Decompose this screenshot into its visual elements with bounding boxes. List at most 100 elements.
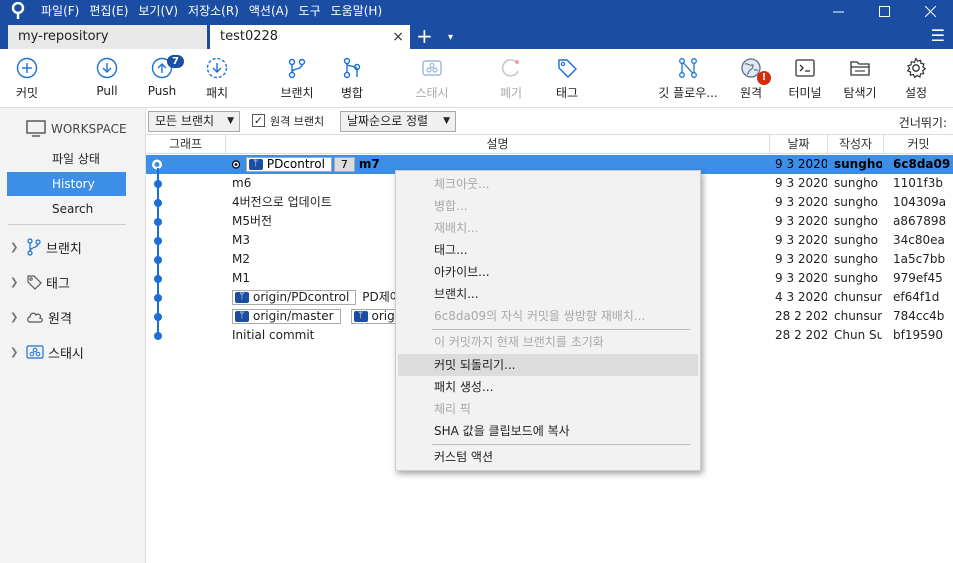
- column-header-commit[interactable]: 커밋: [884, 135, 953, 154]
- plus-circle-icon: [16, 57, 38, 79]
- hamburger-menu-icon[interactable]: ☰: [931, 26, 945, 46]
- menu-item-interactive-rebase[interactable]: 6c8da09의 자식 커밋을 쌍방향 재배치...: [398, 305, 698, 327]
- tab-close-icon[interactable]: ×: [392, 25, 404, 49]
- sidebar-item-search[interactable]: Search: [7, 197, 126, 221]
- menu-item-reset[interactable]: 이 커밋까지 현재 브랜치를 초기화: [398, 331, 698, 353]
- commit-graph-line: [157, 168, 159, 337]
- column-header-graph[interactable]: 그래프: [146, 135, 226, 154]
- stash-button[interactable]: 스태시: [402, 55, 462, 105]
- tab-label: test0228: [220, 29, 279, 44]
- commit-author: sungho c: [834, 214, 882, 228]
- menu-item-tag[interactable]: 태그...: [398, 239, 698, 261]
- maximize-icon[interactable]: [861, 0, 907, 22]
- commit-author: sungho: [834, 157, 882, 171]
- discard-button[interactable]: 폐기: [481, 55, 541, 105]
- column-header-author[interactable]: 작성자: [828, 135, 884, 154]
- menu-item-checkout[interactable]: 체크아웃...: [398, 173, 698, 195]
- menu-help[interactable]: 도움말(H): [326, 0, 388, 22]
- commit-date: 28 2 202: [775, 328, 827, 342]
- branch-button[interactable]: 브랜치: [267, 55, 327, 105]
- branch-tag[interactable]: ᛘ PDcontrol: [245, 157, 332, 172]
- commit-hash: 979ef45: [893, 271, 943, 285]
- remote-branch-tag[interactable]: ᛘ origin/master: [232, 309, 341, 324]
- settings-label: 설정: [904, 86, 928, 100]
- push-button[interactable]: 7 Push: [132, 55, 192, 105]
- commit-graph-node: [154, 218, 162, 226]
- sidebar-group-remotes[interactable]: ❯ 원격: [10, 306, 72, 328]
- remote-branches-checkbox[interactable]: ✓: [252, 114, 265, 127]
- tag-label: 태그: [555, 86, 579, 100]
- jump-to-label: 건너뛰기:: [898, 116, 947, 130]
- menu-actions[interactable]: 액션(A): [244, 0, 294, 22]
- merge-button[interactable]: 병합: [322, 55, 382, 105]
- commit-date: 9 3 2020: [775, 271, 827, 285]
- merge-icon: [343, 57, 361, 79]
- sidebar-item-file-status[interactable]: 파일 상태: [7, 147, 126, 171]
- stash-label: 스태시: [415, 86, 449, 100]
- commit-graph-node: [154, 237, 162, 245]
- gear-icon: [906, 57, 927, 79]
- fetch-button[interactable]: 패치: [187, 55, 247, 105]
- tab-test0228[interactable]: test0228 ×: [210, 25, 410, 49]
- commit-button[interactable]: 커밋: [0, 55, 57, 105]
- menu-item-branch[interactable]: 브랜치...: [398, 283, 698, 305]
- settings-button[interactable]: 설정: [886, 55, 946, 105]
- sidebar-group-tags[interactable]: ❯ 태그: [10, 271, 70, 293]
- menu-item-archive[interactable]: 아카이브...: [398, 261, 698, 283]
- menu-file[interactable]: 파일(F): [36, 0, 84, 22]
- menu-item-custom-actions[interactable]: 커스텀 액션: [398, 446, 698, 468]
- commit-hash: a867898: [893, 214, 947, 228]
- menu-tools[interactable]: 도구: [294, 0, 326, 22]
- minimize-icon[interactable]: [815, 0, 861, 22]
- column-header-description[interactable]: 설명: [226, 135, 770, 154]
- menu-edit[interactable]: 편집(E): [84, 0, 133, 22]
- pull-button[interactable]: Pull: [77, 55, 137, 105]
- add-tab-icon[interactable]: +: [416, 24, 433, 48]
- stash-icon: [26, 345, 44, 359]
- current-branch-marker-icon: [231, 160, 241, 169]
- workspace-label: WORKSPACE: [51, 121, 127, 136]
- fetch-label: 패치: [205, 86, 229, 100]
- remote-label: 원격: [739, 86, 763, 100]
- commit-hash: 34c80ea: [893, 233, 945, 247]
- sort-order-dropdown[interactable]: 날짜순으로 정렬 ▼: [340, 111, 456, 132]
- tag-button[interactable]: 태그: [537, 55, 597, 105]
- menu-item-cherry-pick[interactable]: 체리 픽: [398, 398, 698, 420]
- menu-item-rebase[interactable]: 재배치...: [398, 217, 698, 239]
- sidebar-group-label: 스태시: [48, 346, 84, 362]
- menu-item-create-patch[interactable]: 패치 생성...: [398, 376, 698, 398]
- tab-my-repository[interactable]: my-repository: [8, 25, 207, 49]
- remote-button[interactable]: ! 원격: [721, 55, 781, 105]
- chevron-right-icon: ❯: [10, 346, 19, 358]
- menu-item-merge[interactable]: 병합...: [398, 195, 698, 217]
- sidebar-item-history[interactable]: History: [7, 172, 126, 196]
- close-window-icon[interactable]: [907, 0, 953, 22]
- remote-branch-tag[interactable]: ᛘ origin/PDcontrol: [232, 290, 357, 305]
- column-header-date[interactable]: 날짜: [770, 135, 828, 154]
- branch-icon: [27, 238, 41, 256]
- branch-icon: [288, 58, 306, 79]
- menu-view[interactable]: 보기(V): [133, 0, 183, 22]
- commit-author: sungho c: [834, 233, 882, 247]
- sidebar-group-branches[interactable]: ❯ 브랜치: [10, 236, 82, 258]
- commit-graph-node: [154, 199, 162, 207]
- menu-item-copy-sha[interactable]: SHA 값을 클립보드에 복사: [398, 420, 698, 442]
- branch-filter-dropdown[interactable]: 모든 브랜치 ▼: [148, 111, 240, 132]
- terminal-button[interactable]: 터미널: [775, 55, 835, 105]
- fetch-icon: [206, 57, 228, 79]
- commit-author: chunsunc: [834, 309, 882, 323]
- menu-repository[interactable]: 저장소(R): [183, 0, 244, 22]
- commit-date: 9 3 2020: [775, 157, 827, 171]
- remote-alert-icon: !: [757, 71, 771, 85]
- git-flow-button[interactable]: 깃 플로우...: [658, 55, 718, 105]
- commit-date: 4 3 2020: [775, 290, 827, 304]
- branch-tag-label: PDcontrol: [266, 157, 325, 171]
- tab-list-dropdown-icon[interactable]: ▾: [448, 26, 453, 50]
- menu-item-revert-commit[interactable]: 커밋 되돌리기...: [398, 354, 698, 376]
- chevron-right-icon: ❯: [10, 241, 19, 253]
- commit-date: 9 3 2020: [775, 214, 827, 228]
- terminal-icon: [795, 59, 815, 77]
- explorer-button[interactable]: 탐색기: [830, 55, 890, 105]
- commit-author: sungho c: [834, 252, 882, 266]
- sidebar-group-stashes[interactable]: ❯ 스태시: [10, 341, 84, 363]
